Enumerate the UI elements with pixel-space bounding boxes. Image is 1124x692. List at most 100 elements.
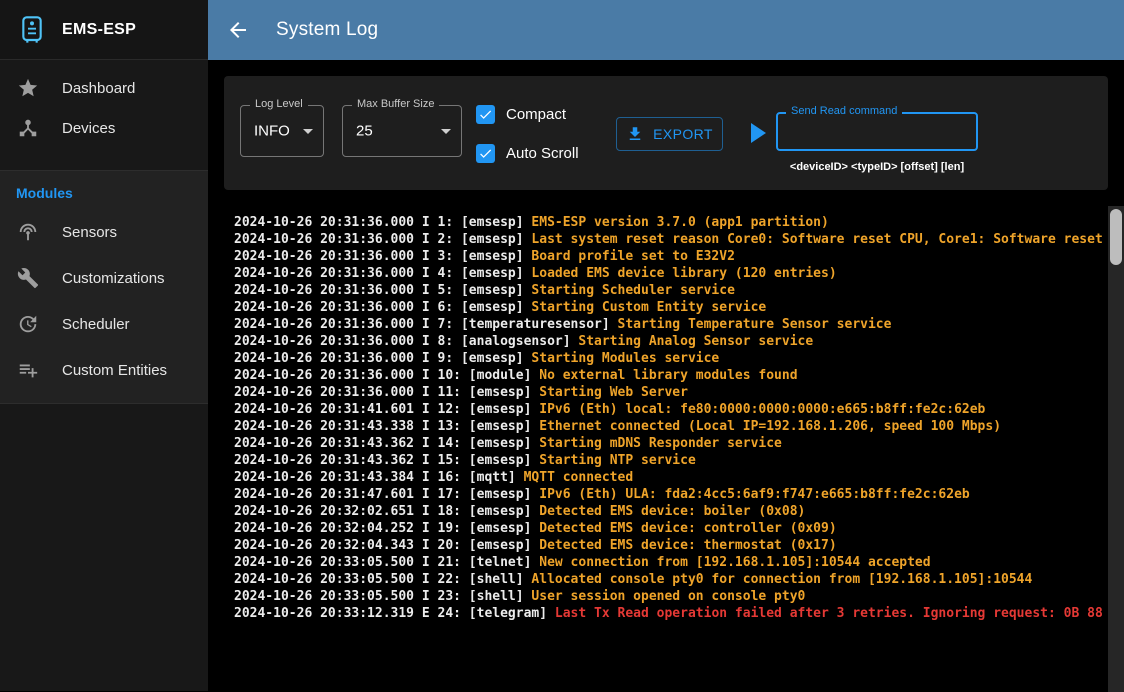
log-prefix: 2024-10-26 20:31:36.000 I 4: [emsesp]	[234, 266, 531, 281]
auto-scroll-checkbox[interactable]: Auto Scroll	[476, 142, 579, 164]
log-message: Starting Modules service	[531, 351, 719, 366]
compact-checkbox-label: Compact	[506, 106, 566, 123]
log-line: 2024-10-26 20:33:05.500 I 21: [telnet] N…	[234, 554, 1106, 571]
log-prefix: 2024-10-26 20:31:41.601 I 12: [emsesp]	[234, 402, 539, 417]
sidebar-item-sensors[interactable]: Sensors	[0, 209, 208, 255]
log-message: Detected EMS device: thermostat (0x17)	[539, 538, 836, 553]
log-message: Ethernet connected (Local IP=192.168.1.2…	[539, 419, 1001, 434]
scrollbar-thumb[interactable]	[1110, 209, 1122, 265]
log-message: Detected EMS device: controller (0x09)	[539, 521, 836, 536]
log-message: User session opened on console pty0	[531, 589, 805, 604]
log-prefix: 2024-10-26 20:31:43.362 I 14: [emsesp]	[234, 436, 539, 451]
checkbox-group: Compact Auto Scroll	[476, 103, 579, 164]
log-line: 2024-10-26 20:31:43.384 I 16: [mqtt] MQT…	[234, 469, 1106, 486]
log-prefix: 2024-10-26 20:33:12.319 E 24: [telegram]	[234, 606, 555, 621]
sidebar-item-scheduler[interactable]: Scheduler	[0, 301, 208, 347]
log-line: 2024-10-26 20:31:41.601 I 12: [emsesp] I…	[234, 401, 1106, 418]
log-line: 2024-10-26 20:31:36.000 I 10: [module] N…	[234, 367, 1106, 384]
sidebar-item-label: Customizations	[62, 270, 165, 287]
sidebar-nav: Dashboard Devices	[0, 60, 208, 156]
compact-checkbox[interactable]: Compact	[476, 103, 579, 125]
log-prefix: 2024-10-26 20:31:36.000 I 8: [analogsens…	[234, 334, 578, 349]
send-read-helper-text: <deviceID> <typeID> [offset] [len]	[772, 161, 982, 173]
log-line: 2024-10-26 20:31:43.338 I 13: [emsesp] E…	[234, 418, 1106, 435]
log-scrollbar[interactable]	[1108, 206, 1124, 692]
sidebar-item-custom-entities[interactable]: Custom Entities	[0, 347, 208, 393]
send-command-play-icon[interactable]	[751, 123, 766, 143]
send-read-label: Send Read command	[786, 105, 902, 117]
tools-icon	[16, 266, 40, 290]
log-message: Detected EMS device: boiler (0x08)	[539, 504, 805, 519]
app-root: EMS-ESP Dashboard Devices Modules	[0, 0, 1124, 691]
log-message: Starting Scheduler service	[531, 283, 735, 298]
log-prefix: 2024-10-26 20:31:36.000 I 11: [emsesp]	[234, 385, 539, 400]
sidebar-item-label: Scheduler	[62, 316, 130, 333]
checkbox-check-icon	[476, 144, 495, 163]
log-panel: 2024-10-26 20:31:36.000 I 1: [emsesp] EM…	[208, 206, 1124, 692]
sidebar-item-label: Custom Entities	[62, 362, 167, 379]
log-line: 2024-10-26 20:31:36.000 I 9: [emsesp] St…	[234, 350, 1106, 367]
chevron-down-icon	[441, 129, 451, 134]
log-message: Last Tx Read operation failed after 3 re…	[555, 606, 1103, 621]
log-prefix: 2024-10-26 20:33:05.500 I 21: [telnet]	[234, 555, 539, 570]
log-prefix: 2024-10-26 20:31:36.000 I 1: [emsesp]	[234, 215, 531, 230]
log-message: MQTT connected	[524, 470, 634, 485]
log-prefix: 2024-10-26 20:31:36.000 I 10: [module]	[234, 368, 539, 383]
app-name: EMS-ESP	[62, 21, 136, 39]
log-line: 2024-10-26 20:31:47.601 I 17: [emsesp] I…	[234, 486, 1106, 503]
sidebar-item-devices[interactable]: Devices	[0, 108, 208, 148]
auto-scroll-checkbox-label: Auto Scroll	[506, 145, 579, 162]
sidebar-item-label: Devices	[62, 120, 115, 137]
log-line: 2024-10-26 20:33:05.500 I 22: [shell] Al…	[234, 571, 1106, 588]
log-line: 2024-10-26 20:31:36.000 I 8: [analogsens…	[234, 333, 1106, 350]
log-controls-card: Log Level INFO Max Buffer Size 25 Compac…	[224, 76, 1108, 190]
export-button-label: EXPORT	[653, 126, 713, 142]
download-icon	[626, 125, 644, 143]
log-line: 2024-10-26 20:31:36.000 I 5: [emsesp] St…	[234, 282, 1106, 299]
log-message: Starting Analog Sensor service	[578, 334, 813, 349]
log-prefix: 2024-10-26 20:31:43.338 I 13: [emsesp]	[234, 419, 539, 434]
sidebar-item-dashboard[interactable]: Dashboard	[0, 68, 208, 108]
back-arrow-icon[interactable]	[226, 18, 250, 42]
log-message: Starting Custom Entity service	[531, 300, 766, 315]
log-line: 2024-10-26 20:31:36.000 I 3: [emsesp] Bo…	[234, 248, 1106, 265]
log-line: 2024-10-26 20:31:36.000 I 1: [emsesp] EM…	[234, 214, 1106, 231]
log-prefix: 2024-10-26 20:31:36.000 I 7: [temperatur…	[234, 317, 618, 332]
sidebar-item-label: Dashboard	[62, 80, 135, 97]
app-bar: System Log	[208, 0, 1124, 60]
log-line: 2024-10-26 20:31:36.000 I 6: [emsesp] St…	[234, 299, 1106, 316]
log-line: 2024-10-26 20:31:36.000 I 11: [emsesp] S…	[234, 384, 1106, 401]
log-prefix: 2024-10-26 20:31:47.601 I 17: [emsesp]	[234, 487, 539, 502]
log-prefix: 2024-10-26 20:31:36.000 I 3: [emsesp]	[234, 249, 531, 264]
log-prefix: 2024-10-26 20:32:04.343 I 20: [emsesp]	[234, 538, 539, 553]
log-lines: 2024-10-26 20:31:36.000 I 1: [emsesp] EM…	[234, 214, 1106, 622]
max-buffer-select[interactable]: Max Buffer Size 25	[342, 105, 462, 157]
page-content: Log Level INFO Max Buffer Size 25 Compac…	[208, 60, 1124, 691]
modules-section: Modules Sensors Customizations Scheduler	[0, 170, 208, 404]
export-button[interactable]: EXPORT	[616, 117, 723, 151]
log-level-value: INFO	[254, 123, 290, 140]
log-prefix: 2024-10-26 20:31:43.362 I 15: [emsesp]	[234, 453, 539, 468]
log-level-select[interactable]: Log Level INFO	[240, 105, 324, 157]
log-message: No external library modules found	[539, 368, 797, 383]
log-line: 2024-10-26 20:31:36.000 I 2: [emsesp] La…	[234, 231, 1106, 248]
log-prefix: 2024-10-26 20:32:02.651 I 18: [emsesp]	[234, 504, 539, 519]
log-line: 2024-10-26 20:31:36.000 I 7: [temperatur…	[234, 316, 1106, 333]
log-message: Starting NTP service	[539, 453, 696, 468]
log-prefix: 2024-10-26 20:33:05.500 I 23: [shell]	[234, 589, 531, 604]
log-message: Loaded EMS device library (120 entries)	[531, 266, 836, 281]
log-line: 2024-10-26 20:31:43.362 I 14: [emsesp] S…	[234, 435, 1106, 452]
log-message: Allocated console pty0 for connection fr…	[531, 572, 1032, 587]
send-read-input[interactable]	[778, 114, 976, 149]
device-hub-icon	[16, 116, 40, 140]
page-title: System Log	[276, 19, 378, 41]
sidebar-header: EMS-ESP	[0, 0, 208, 60]
log-prefix: 2024-10-26 20:31:36.000 I 5: [emsesp]	[234, 283, 531, 298]
send-read-field: Send Read command	[776, 112, 978, 151]
log-message: Starting Web Server	[539, 385, 688, 400]
sidebar-item-customizations[interactable]: Customizations	[0, 255, 208, 301]
log-line: 2024-10-26 20:33:05.500 I 23: [shell] Us…	[234, 588, 1106, 605]
log-message: EMS-ESP version 3.7.0 (app1 partition)	[531, 215, 828, 230]
log-level-label: Log Level	[250, 98, 308, 110]
star-icon	[16, 76, 40, 100]
